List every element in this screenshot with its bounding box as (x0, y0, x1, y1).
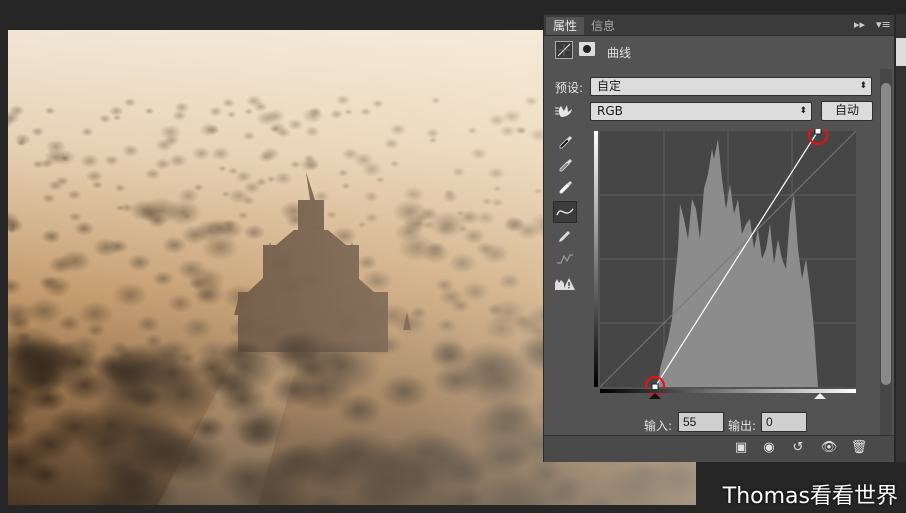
watermark-text: Thomas看看世界 (722, 484, 898, 509)
channel-dropdown[interactable]: RGB ⬍ (590, 102, 812, 121)
properties-panel: 属性 信息 ▸▸ ▾≡ 曲线 预设: 自定 ⬍ RGB ⬍ 自动 输入: 55 … (543, 14, 895, 462)
clipping-warning-icon[interactable] (554, 274, 576, 294)
curves-graph[interactable] (594, 124, 860, 401)
preset-dropdown[interactable]: 自定 ⬍ (590, 77, 872, 96)
channel-value: RGB (597, 104, 623, 118)
right-dock-strip (896, 14, 906, 462)
white-slider-handle (814, 393, 826, 399)
tab-properties[interactable]: 属性 (546, 17, 585, 35)
scrollbar-thumb[interactable] (881, 83, 891, 385)
pencil-icon[interactable] (554, 226, 576, 246)
dropdown-arrows-icon: ⬍ (859, 81, 867, 91)
panel-bottom-bar: ▣ ◉ ↺ 👁 🗑 (544, 435, 894, 462)
input-gradient-bar (600, 389, 856, 393)
clip-to-layer-icon[interactable]: ▣ (732, 440, 750, 456)
eyedropper-white-icon[interactable] (554, 176, 576, 196)
eyedropper-black-icon[interactable] (554, 131, 576, 151)
visibility-icon[interactable]: 👁 (820, 440, 838, 456)
dock-button[interactable] (896, 38, 906, 66)
curve-point-icon[interactable] (553, 201, 577, 223)
output-value-field[interactable] (761, 412, 807, 432)
input-label: 输入: (644, 419, 673, 433)
collapse-panel-icon[interactable]: ▸▸ (854, 18, 865, 31)
input-value-field[interactable] (678, 412, 724, 432)
output-label: 输出: (728, 419, 757, 433)
eyedropper-gray-icon[interactable] (554, 154, 576, 174)
preset-label: 预设: (555, 81, 584, 95)
preset-value: 自定 (597, 79, 622, 93)
adjustment-title: 曲线 (607, 46, 632, 60)
target-adjust-icon[interactable] (554, 101, 576, 121)
panel-scrollbar[interactable] (880, 69, 892, 435)
panel-menu-icon[interactable]: ▾≡ (876, 18, 891, 31)
view-previous-icon[interactable]: ◉ (760, 440, 778, 456)
trash-icon[interactable]: 🗑 (850, 440, 868, 456)
dropdown-arrows-icon: ⬍ (799, 106, 807, 116)
tab-info[interactable]: 信息 (584, 17, 622, 35)
auto-button[interactable]: 自动 (821, 101, 873, 121)
curves-adjustment-icon[interactable] (555, 41, 573, 59)
smooth-icon[interactable] (554, 249, 576, 269)
reset-icon[interactable]: ↺ (789, 440, 807, 456)
panel-tabbar: 属性 信息 ▸▸ ▾≡ (544, 15, 894, 36)
layer-mask-icon[interactable] (579, 42, 595, 56)
output-gradient-bar (594, 131, 598, 387)
white-point-handle (814, 127, 822, 135)
